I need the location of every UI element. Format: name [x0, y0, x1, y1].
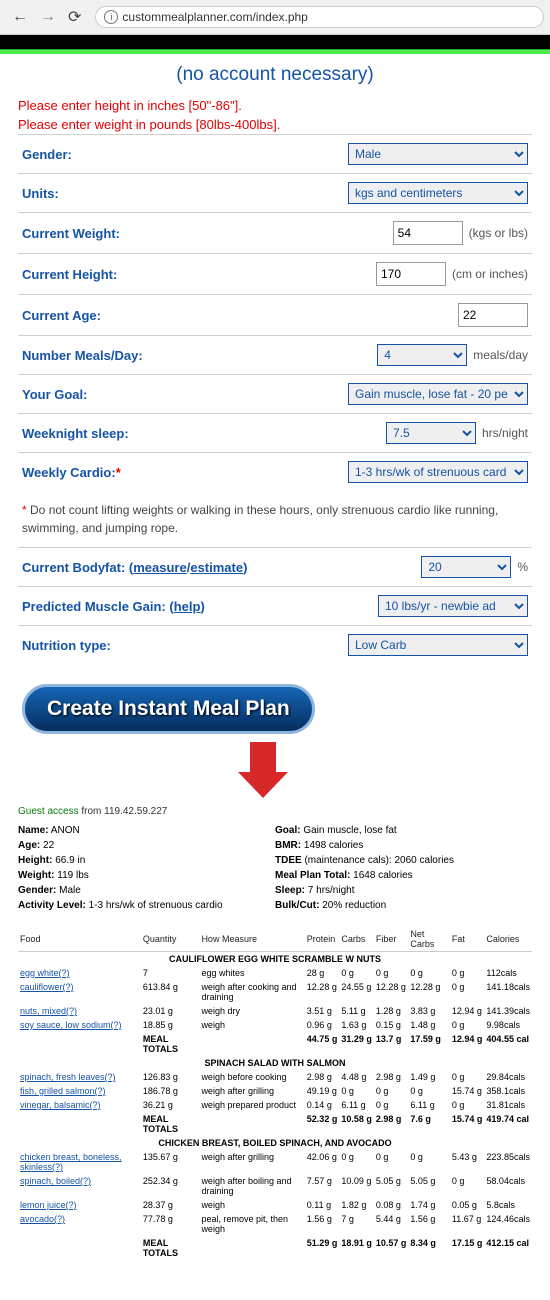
- label-meals: Number Meals/Day:: [22, 348, 377, 363]
- table-row: spinach, fresh leaves(?)126.83 gweigh be…: [18, 1070, 532, 1084]
- label-age: Current Age:: [22, 308, 458, 323]
- food-link[interactable]: nuts, mixed(?): [20, 1006, 77, 1016]
- suffix-height: (cm or inches): [446, 267, 528, 281]
- label-weight: Current Weight:: [22, 226, 393, 241]
- create-meal-plan-button[interactable]: Create Instant Meal Plan: [22, 684, 315, 734]
- suffix-sleep: hrs/night: [476, 426, 528, 440]
- input-height[interactable]: [376, 262, 446, 286]
- label-goal: Your Goal:: [22, 387, 348, 402]
- select-units[interactable]: kgs and centimeters: [348, 182, 528, 204]
- table-row: vinegar, balsamic(?)36.21 gweigh prepare…: [18, 1098, 532, 1112]
- label-cardio: Weekly Cardio:*: [22, 465, 348, 480]
- food-link[interactable]: lemon juice(?): [20, 1200, 77, 1210]
- select-musclegain[interactable]: 10 lbs/yr - newbie ad: [378, 595, 528, 617]
- suffix-meals: meals/day: [467, 348, 528, 362]
- food-link[interactable]: avocado(?): [20, 1214, 65, 1224]
- label-gender: Gender:: [22, 147, 348, 162]
- user-summary: Name: ANONAge: 22Height: 66.9 inWeight: …: [18, 823, 532, 913]
- forward-button[interactable]: →: [34, 8, 62, 26]
- select-cardio[interactable]: 1-3 hrs/wk of strenuous card: [348, 461, 528, 483]
- select-goal[interactable]: Gain muscle, lose fat - 20 pe: [348, 383, 528, 405]
- label-musclegain: Predicted Muscle Gain: (help): [22, 599, 378, 614]
- info-icon: i: [104, 10, 118, 24]
- label-height: Current Height:: [22, 267, 376, 282]
- table-row: fish, grilled salmon(?)186.78 gweigh aft…: [18, 1084, 532, 1098]
- food-link[interactable]: egg white(?): [20, 968, 70, 978]
- food-link[interactable]: fish, grilled salmon(?): [20, 1086, 106, 1096]
- table-row: chicken breast, boneless, skinless(?)135…: [18, 1150, 532, 1174]
- label-sleep: Weeknight sleep:: [22, 426, 386, 441]
- arrow-icon: [238, 742, 288, 802]
- food-link[interactable]: spinach, fresh leaves(?): [20, 1072, 116, 1082]
- table-row: spinach, boiled(?)252.34 gweigh after bo…: [18, 1174, 532, 1198]
- select-ntype[interactable]: Low Carb: [348, 634, 528, 656]
- table-row: cauliflower(?)613.84 gweigh after cookin…: [18, 980, 532, 1004]
- food-link[interactable]: cauliflower(?): [20, 982, 74, 992]
- browser-chrome: ← → ⟳ i custommealplanner.com/index.php: [0, 0, 550, 35]
- error-weight: Please enter weight in pounds [80lbs-400…: [18, 115, 532, 134]
- url-text: custommealplanner.com/index.php: [122, 10, 307, 24]
- link-estimate[interactable]: estimate: [190, 560, 243, 575]
- table-row: lemon juice(?)28.37 gweigh0.11 g1.82 g0.…: [18, 1198, 532, 1212]
- suffix-weight: (kgs or lbs): [463, 226, 528, 240]
- select-meals[interactable]: 4: [377, 344, 467, 366]
- suffix-bodyfat: %: [511, 560, 528, 574]
- input-age[interactable]: [458, 303, 528, 327]
- page-subtitle: (no account necessary): [18, 58, 532, 96]
- select-sleep[interactable]: 7.5: [386, 422, 476, 444]
- food-link[interactable]: soy sauce, low sodium(?): [20, 1020, 122, 1030]
- meal-table: FoodQuantityHow MeasureProteinCarbsFiber…: [18, 927, 532, 1260]
- label-ntype: Nutrition type:: [22, 638, 348, 653]
- header-strip: [0, 35, 550, 49]
- back-button[interactable]: ←: [6, 8, 34, 26]
- select-gender[interactable]: Male: [348, 143, 528, 165]
- cardio-note: * Do not count lifting weights or walkin…: [18, 491, 532, 547]
- label-units: Units:: [22, 186, 348, 201]
- reload-button[interactable]: ⟳: [62, 7, 87, 27]
- table-row: nuts, mixed(?)23.01 gweigh dry3.51 g5.11…: [18, 1004, 532, 1018]
- error-height: Please enter height in inches [50"-86"].: [18, 96, 532, 115]
- food-link[interactable]: spinach, boiled(?): [20, 1176, 91, 1186]
- input-weight[interactable]: [393, 221, 463, 245]
- url-bar[interactable]: i custommealplanner.com/index.php: [95, 6, 544, 28]
- label-bodyfat: Current Bodyfat: (measure/estimate): [22, 560, 421, 575]
- link-help[interactable]: help: [174, 599, 201, 614]
- table-row: egg white(?)7egg whites28 g0 g0 g0 g0 g1…: [18, 966, 532, 980]
- select-bodyfat[interactable]: 20: [421, 556, 511, 578]
- link-measure[interactable]: measure: [133, 560, 186, 575]
- table-row: soy sauce, low sodium(?)18.85 gweigh0.96…: [18, 1018, 532, 1032]
- food-link[interactable]: vinegar, balsamic(?): [20, 1100, 101, 1110]
- table-row: avocado(?)77.78 gpeal, remove pit, then …: [18, 1212, 532, 1236]
- food-link[interactable]: chicken breast, boneless, skinless(?): [20, 1152, 122, 1172]
- guest-access: Guest access from 119.42.59.227: [18, 806, 532, 817]
